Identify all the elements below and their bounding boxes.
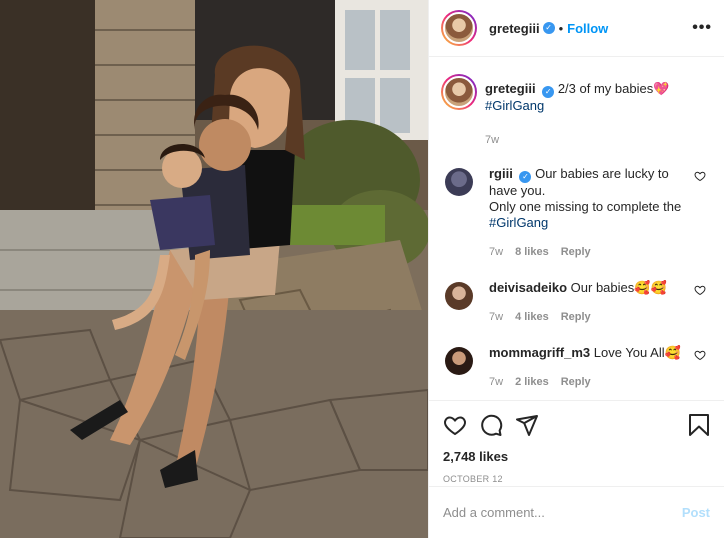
header-separator: • [558,20,564,36]
post-comment-button[interactable]: Post [682,505,710,520]
comment-body: deivisadeiko Our babies🥰🥰 7w 4 likes Rep… [489,280,708,325]
comment-avatar[interactable] [445,347,473,375]
comment-text: Love You All🥰 [593,345,681,360]
heart-icon[interactable] [443,413,467,437]
comments-list[interactable]: gretegiii ✓ 2/3 of my babies💖 #GirlGang … [429,58,724,398]
caption-time[interactable]: 7w [485,132,499,148]
comment-item: rgiii ✓ Our babies are lucky to have you… [445,166,708,260]
comment-body: rgiii ✓ Our babies are lucky to have you… [489,166,708,260]
comment-username[interactable]: deivisadeiko [489,280,567,295]
add-comment-bar: Post [429,486,724,538]
comment-likes[interactable]: 2 likes [515,374,549,390]
verified-badge-icon: ✓ [519,171,532,183]
caption-avatar[interactable] [441,74,477,110]
likes-count[interactable]: 2,748 likes [443,449,710,464]
comment-username[interactable]: rgiii [489,166,513,181]
comment-avatar[interactable] [445,168,473,196]
comment-like-heart-icon[interactable] [694,349,706,361]
comment-meta: 7w 4 likes Reply [489,309,686,325]
follow-button[interactable]: Follow [567,21,608,36]
comment-text: Our babies🥰🥰 [570,280,667,295]
comment-input[interactable] [443,505,682,520]
caption-hashtag[interactable]: #GirlGang [485,98,544,113]
post-date[interactable]: OCTOBER 12 [443,474,710,484]
author-avatar[interactable] [441,10,477,46]
verified-badge-icon: ✓ [542,22,555,34]
comment-item: mommagriff_m3 Love You All🥰 7w 2 likes R… [445,345,708,390]
comment-meta: 7w 2 likes Reply [489,374,686,390]
comment-likes[interactable]: 4 likes [515,309,549,325]
comment-text-line2: Only one missing to complete the [489,199,682,214]
comment-likes[interactable]: 8 likes [515,244,549,260]
comment-like-heart-icon[interactable] [694,170,706,182]
caption-username[interactable]: gretegiii [485,81,536,96]
reply-button[interactable]: Reply [561,374,591,390]
comment-like-heart-icon[interactable] [694,284,706,296]
comment-meta: 7w 8 likes Reply [489,244,686,260]
caption-meta: 7w [485,132,686,148]
comment-time[interactable]: 7w [489,244,503,260]
comment-icon[interactable] [479,413,503,437]
post-photo[interactable] [0,0,428,538]
comment-hashtag[interactable]: #GirlGang [489,215,548,230]
caption-text: 2/3 of my babies💖 [557,81,670,96]
share-icon[interactable] [515,413,539,437]
post-side-panel: gretegiii ✓ • Follow ••• gretegiii ✓ 2/3… [428,0,724,538]
bookmark-icon[interactable] [688,413,710,437]
action-bar: 2,748 likes OCTOBER 12 [429,400,724,484]
comment-text: Our babies are lucky to have you. [489,166,669,198]
comment-time[interactable]: 7w [489,309,503,325]
reply-button[interactable]: Reply [561,244,591,260]
verified-badge-icon: ✓ [542,86,555,98]
caption-body: gretegiii ✓ 2/3 of my babies💖 #GirlGang … [485,74,708,148]
comment-time[interactable]: 7w [489,374,503,390]
comment-avatar[interactable] [445,282,473,310]
author-username[interactable]: gretegiii [489,21,540,36]
comment-item: deivisadeiko Our babies🥰🥰 7w 4 likes Rep… [445,280,708,325]
more-options-icon[interactable]: ••• [692,19,712,37]
reply-button[interactable]: Reply [561,309,591,325]
photo-illustration [0,0,428,538]
post-header: gretegiii ✓ • Follow ••• [429,0,724,57]
comment-username[interactable]: mommagriff_m3 [489,345,590,360]
action-icons [443,411,710,439]
caption: gretegiii ✓ 2/3 of my babies💖 #GirlGang … [441,74,708,148]
comment-body: mommagriff_m3 Love You All🥰 7w 2 likes R… [489,345,708,390]
